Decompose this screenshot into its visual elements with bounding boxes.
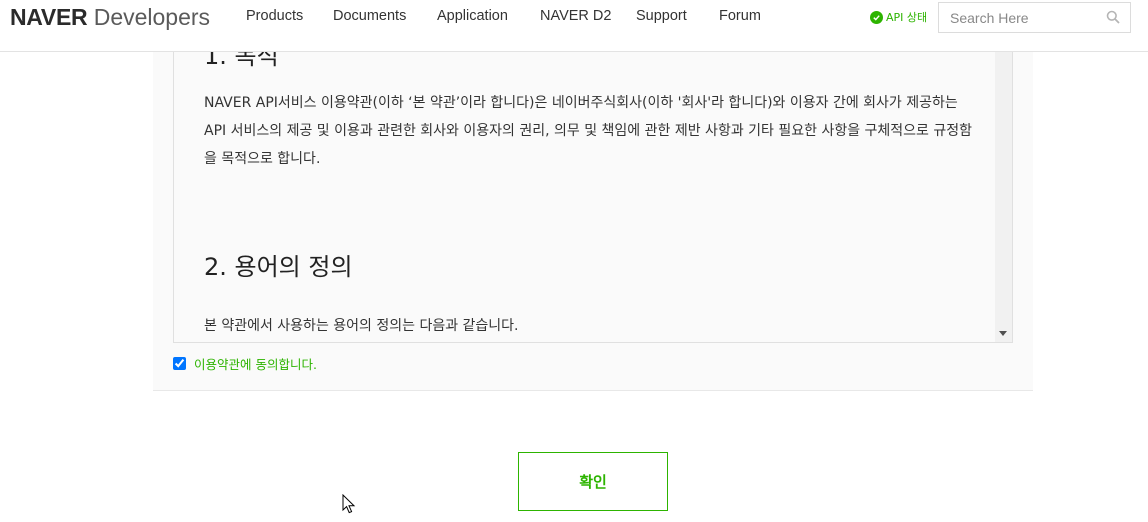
agree-terms-row: 이용약관에 동의합니다. [173, 354, 317, 372]
search-box [938, 2, 1131, 33]
search-input[interactable] [939, 3, 1099, 32]
terms-scrollbar[interactable] [995, 52, 1012, 342]
nav-naver-d2[interactable]: NAVER D2 [540, 8, 611, 26]
nav-forum[interactable]: Forum [719, 8, 761, 26]
api-status-link[interactable]: API 상태 [870, 9, 927, 25]
terms-heading-purpose: 1. 목적 [204, 52, 279, 70]
terms-purpose-text: NAVER API서비스 이용약관(이하 ‘본 약관’이라 합니다)은 네이버주… [204, 95, 973, 167]
logo-brand: NAVER [10, 4, 88, 30]
naver-developers-logo[interactable]: NAVER Developers [10, 4, 211, 30]
terms-heading-definitions: 2. 용어의 정의 [204, 253, 353, 281]
check-circle-icon [870, 10, 883, 24]
top-header: NAVER Developers Products Documents Appl… [0, 0, 1148, 52]
scroll-down-arrow-icon[interactable] [999, 331, 1007, 336]
agree-terms-label[interactable]: 이용약관에 동의합니다. [194, 354, 317, 373]
mouse-cursor-icon [342, 494, 356, 514]
logo-sub: Developers [87, 4, 211, 30]
terms-definitions-text: 본 약관에서 사용하는 용어의 정의는 다음과 같습니다. [204, 318, 519, 334]
search-icon[interactable] [1106, 10, 1120, 24]
confirm-button[interactable]: 확인 [518, 452, 668, 511]
nav-products[interactable]: Products [246, 8, 303, 26]
nav-support[interactable]: Support [636, 8, 687, 26]
nav-documents[interactable]: Documents [333, 8, 406, 26]
agree-terms-checkbox[interactable] [173, 356, 186, 370]
nav-application[interactable]: Application [437, 8, 508, 26]
api-status-label: API 상태 [886, 11, 928, 24]
terms-scroll-box[interactable]: 1. 목적 NAVER API서비스 이용약관(이하 ‘본 약관’이라 합니다)… [173, 52, 1013, 343]
